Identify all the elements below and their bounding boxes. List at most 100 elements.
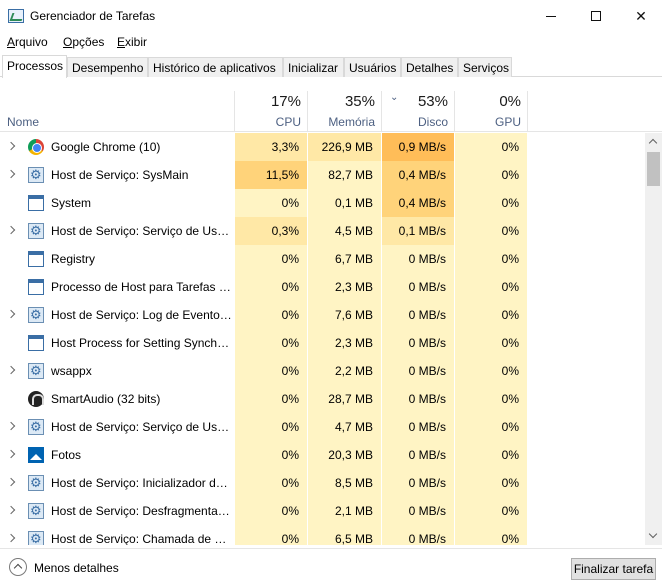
column-memory-header[interactable]: Memória: [308, 115, 375, 129]
chevron-right-icon[interactable]: [8, 366, 16, 376]
task-manager-icon: [8, 9, 24, 23]
process-row[interactable]: Registry 0% 6,7 MB 0 MB/s 0%: [0, 245, 645, 273]
process-row[interactable]: Host de Serviço: Serviço de Usuário...0,…: [0, 217, 645, 245]
process-name: Host Process for Setting Synchronization: [51, 336, 233, 350]
column-divider[interactable]: [527, 91, 528, 132]
process-row[interactable]: Host de Serviço: SysMain 11,5%82,7 MB0,4 …: [0, 161, 645, 189]
cpu-cell: 0%: [235, 329, 307, 357]
chevron-right-icon[interactable]: [8, 422, 16, 432]
process-row[interactable]: Processo de Host para Tarefas do Windows…: [0, 273, 645, 301]
tab-servicos[interactable]: Serviços: [458, 57, 512, 77]
cpu-cell: 0%: [235, 413, 307, 441]
photos-icon: [28, 447, 44, 463]
disk-total-percent[interactable]: 53%: [382, 93, 448, 110]
chevron-right-icon[interactable]: [8, 170, 16, 180]
process-row[interactable]: wsappx0%2,2 MB0 MB/s0%: [0, 357, 645, 385]
chevron-right-icon[interactable]: [8, 506, 16, 516]
end-task-button[interactable]: Finalizar tarefa: [571, 558, 656, 580]
chevron-up-circle-icon[interactable]: [9, 558, 27, 576]
cpu-cell: 3,3%: [235, 133, 307, 161]
menu-exibir[interactable]: Exibir: [117, 35, 147, 49]
vertical-scrollbar[interactable]: [645, 133, 662, 545]
chevron-right-icon[interactable]: [8, 310, 16, 320]
process-row[interactable]: System 0% 0,1 MB 0,4 MB/s 0%: [0, 189, 645, 217]
chevron-right-icon[interactable]: [8, 226, 16, 236]
process-name: Host de Serviço: Chamada de Procedimento…: [51, 532, 233, 545]
minimize-button[interactable]: [528, 0, 574, 32]
scroll-down-icon[interactable]: [645, 528, 662, 545]
disk-cell: 0,1 MB/s: [382, 217, 454, 245]
memory-total-percent[interactable]: 35%: [308, 93, 375, 110]
window-icon: [28, 251, 44, 267]
cpu-cell: 0%: [235, 385, 307, 413]
gear-icon: [28, 503, 44, 519]
process-name: System: [51, 196, 92, 210]
process-list: Google Chrome (10) 3,3% 226,9 MB 0,9 MB/s 0%…: [0, 133, 645, 545]
memory-cell: 7,6 MB: [308, 301, 381, 329]
cpu-cell: 11,5%: [235, 161, 307, 189]
process-name: Host de Serviço: Inicializador de Proces…: [51, 476, 233, 490]
process-row[interactable]: Host de Serviço: Inicializador de Proces…: [0, 469, 645, 497]
process-row[interactable]: Fotos 0% 20,3 MB 0 MB/s 0%: [0, 441, 645, 469]
maximize-button[interactable]: [573, 0, 619, 32]
gpu-cell: 0%: [455, 441, 527, 469]
process-name: Registry: [51, 252, 96, 266]
gear-icon: [28, 419, 44, 435]
scroll-up-icon[interactable]: [645, 133, 662, 150]
menu-arquivo[interactable]: Arquivo: [7, 35, 48, 49]
memory-cell: 2,1 MB: [308, 497, 381, 525]
cpu-total-percent[interactable]: 17%: [235, 93, 301, 110]
tab-usuarios[interactable]: Usuários: [344, 57, 401, 77]
less-details-link[interactable]: Menos detalhes: [34, 561, 119, 575]
menu-opcoes[interactable]: Opções: [63, 35, 104, 49]
window-icon: [28, 279, 44, 295]
process-row[interactable]: Host de Serviço: Serviço de Usuário...0%…: [0, 413, 645, 441]
process-row[interactable]: Host de Serviço: Desfragmentação0%2,1 MB…: [0, 497, 645, 525]
gear-icon: [28, 167, 44, 183]
cpu-cell: 0%: [235, 189, 307, 217]
process-row[interactable]: Host Process for Setting Synchronization…: [0, 329, 645, 357]
column-name-header[interactable]: Nome: [7, 115, 39, 129]
cpu-cell: 0,3%: [235, 217, 307, 245]
column-header: Nome 17% CPU 35% Memória ⌄ 53% Disco 0% …: [0, 77, 662, 132]
process-row[interactable]: SmartAudio (32 bits) 0% 28,7 MB 0 MB/s 0%: [0, 385, 645, 413]
gpu-cell: 0%: [455, 385, 527, 413]
process-row[interactable]: Host de Serviço: Log de Eventos do Windo…: [0, 301, 645, 329]
gpu-total-percent[interactable]: 0%: [455, 93, 521, 110]
tab-processos[interactable]: Processos: [2, 55, 67, 78]
chevron-right-icon[interactable]: [8, 142, 16, 152]
tab-historico-de-aplicativos[interactable]: Histórico de aplicativos: [148, 57, 283, 77]
process-name: Google Chrome (10): [51, 140, 161, 154]
memory-cell: 6,5 MB: [308, 525, 381, 545]
chevron-right-icon[interactable]: [8, 450, 16, 460]
cpu-cell: 0%: [235, 245, 307, 273]
window-title: Gerenciador de Tarefas: [30, 9, 156, 23]
gpu-cell: 0%: [455, 497, 527, 525]
chevron-right-icon[interactable]: [8, 478, 16, 488]
cpu-cell: 0%: [235, 469, 307, 497]
gear-icon: [28, 475, 44, 491]
column-disk-header[interactable]: Disco: [382, 115, 448, 129]
process-row[interactable]: Google Chrome (10) 3,3% 226,9 MB 0,9 MB/s 0%: [0, 133, 645, 161]
gear-icon: [28, 531, 44, 545]
chevron-right-icon[interactable]: [8, 534, 16, 544]
process-name: Host de Serviço: SysMain: [51, 168, 189, 182]
cpu-cell: 0%: [235, 273, 307, 301]
column-gpu-header[interactable]: GPU: [455, 115, 521, 129]
tab-inicializar[interactable]: Inicializar: [283, 57, 344, 77]
gpu-cell: 0%: [455, 217, 527, 245]
audio-icon: [28, 391, 44, 407]
tab-detalhes[interactable]: Detalhes: [401, 57, 458, 77]
column-cpu-header[interactable]: CPU: [235, 115, 301, 129]
gpu-cell: 0%: [455, 161, 527, 189]
memory-cell: 4,7 MB: [308, 413, 381, 441]
disk-cell: 0 MB/s: [382, 413, 454, 441]
close-button[interactable]: ✕: [618, 0, 662, 32]
tab-desempenho[interactable]: Desempenho: [67, 57, 148, 77]
disk-cell: 0 MB/s: [382, 245, 454, 273]
disk-cell: 0 MB/s: [382, 385, 454, 413]
disk-cell: 0 MB/s: [382, 525, 454, 545]
memory-cell: 28,7 MB: [308, 385, 381, 413]
process-row[interactable]: Host de Serviço: Chamada de Procedimento…: [0, 525, 645, 545]
scroll-thumb[interactable]: [647, 152, 660, 186]
